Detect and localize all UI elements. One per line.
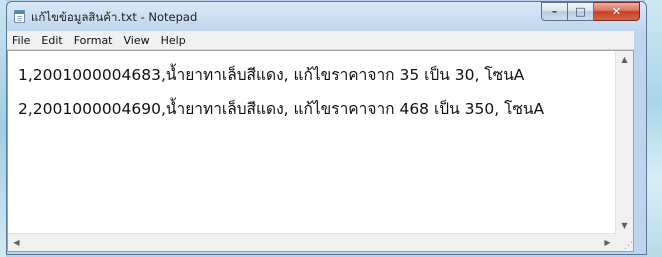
menu-file[interactable]: File xyxy=(7,34,36,47)
menu-edit[interactable]: Edit xyxy=(36,34,68,47)
document-line[interactable]: 2,2001000004690,น้ำยาทาเล็บสีแดง, แก้ไขร… xyxy=(18,96,613,130)
scroll-left-icon[interactable]: ◀ xyxy=(8,234,25,251)
document-text[interactable]: 1,2001000004683,น้ำยาทาเล็บสีแดง, แก้ไขร… xyxy=(18,62,613,130)
maximize-button[interactable]: □ xyxy=(568,2,594,21)
notepad-icon[interactable] xyxy=(14,10,25,23)
horizontal-scrollbar[interactable]: ◀ ▶ xyxy=(8,233,616,251)
minimize-icon: – xyxy=(551,5,558,18)
window-title: แก้ไขข้อมูลสินค้า.txt - Notepad xyxy=(31,10,198,24)
maximize-icon: □ xyxy=(575,5,586,18)
menu-bar: File Edit Format View Help xyxy=(7,31,634,50)
close-icon: ✕ xyxy=(611,5,622,18)
menu-view[interactable]: View xyxy=(119,34,156,47)
menu-help[interactable]: Help xyxy=(156,34,192,47)
text-editor[interactable]: 1,2001000004683,น้ำยาทาเล็บสีแดง, แก้ไขร… xyxy=(7,50,634,252)
caption-buttons: – □ ✕ xyxy=(541,2,640,22)
title-bar[interactable]: แก้ไขข้อมูลสินค้า.txt - Notepad – □ ✕ xyxy=(7,2,646,31)
minimize-button[interactable]: – xyxy=(541,2,568,21)
resize-grip-icon[interactable]: ⋰ xyxy=(616,234,633,251)
close-button[interactable]: ✕ xyxy=(594,2,640,21)
scroll-up-icon[interactable]: ▲ xyxy=(616,51,633,68)
document-line[interactable]: 1,2001000004683,น้ำยาทาเล็บสีแดง, แก้ไขร… xyxy=(18,62,613,96)
desktop-background-right xyxy=(645,0,662,257)
scroll-right-icon[interactable]: ▶ xyxy=(599,234,616,251)
scroll-down-icon[interactable]: ▼ xyxy=(616,217,633,234)
menu-format[interactable]: Format xyxy=(69,34,119,47)
vertical-scrollbar[interactable]: ▲ ▼ xyxy=(615,51,633,234)
